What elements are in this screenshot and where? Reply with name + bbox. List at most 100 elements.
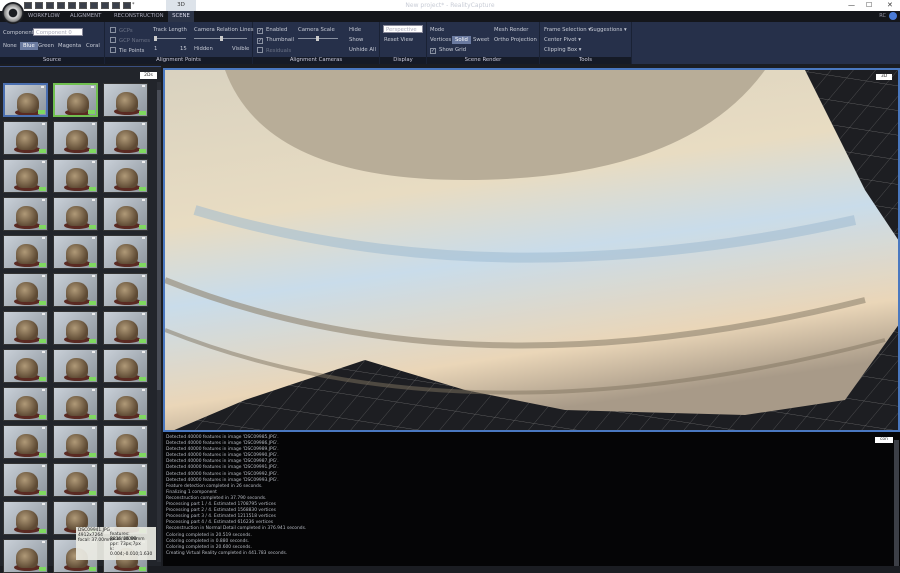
scrollbar-thumb[interactable]: [157, 90, 161, 390]
quick-access-button[interactable]: [46, 2, 54, 9]
image-thumbnail[interactable]: [3, 83, 48, 117]
reset-view-button[interactable]: Reset View: [384, 37, 413, 43]
center-pivot-button[interactable]: Center Pivot ▾: [544, 37, 581, 43]
mode-vertices[interactable]: Vertices: [430, 37, 451, 43]
image-thumbnail[interactable]: [3, 349, 48, 383]
app-logo[interactable]: [2, 2, 24, 24]
group-tools: Frame Selection ▾ Suggestions ▾ Center P…: [540, 22, 632, 64]
enabled-checkbox[interactable]: ✓Enabled: [257, 27, 287, 34]
quick-access-button[interactable]: [123, 2, 131, 9]
feature-badge: [39, 415, 46, 419]
image-thumbnail[interactable]: [103, 349, 148, 383]
console-button[interactable]: con: [875, 437, 893, 443]
mode-solid[interactable]: Solid: [452, 36, 471, 44]
component-select[interactable]: Component 0: [33, 28, 83, 36]
show-button[interactable]: Show: [349, 37, 363, 43]
minimize-button[interactable]: —: [848, 1, 855, 9]
image-thumbnail[interactable]: [3, 501, 48, 535]
quick-access-button[interactable]: [24, 2, 32, 9]
quick-access-button[interactable]: [101, 2, 109, 9]
tab-alignment[interactable]: ALIGNMENT: [70, 11, 104, 22]
unhide-all-button[interactable]: Unhide All: [349, 47, 376, 53]
image-thumbnail[interactable]: [103, 83, 148, 117]
image-thumbnail[interactable]: [53, 121, 98, 155]
image-thumbnail[interactable]: [53, 311, 98, 345]
group-label: Alignment Points: [105, 57, 252, 64]
image-thumbnail[interactable]: [3, 273, 48, 307]
feature-badge: [39, 453, 46, 457]
color-blue[interactable]: Blue: [20, 42, 38, 50]
suggestions-button[interactable]: Suggestions ▾: [590, 27, 627, 33]
image-thumbnail[interactable]: [3, 311, 48, 345]
3d-viewport[interactable]: 3D: [163, 68, 900, 432]
help-icon[interactable]: [889, 12, 897, 20]
image-thumbnail[interactable]: [53, 159, 98, 193]
close-button[interactable]: ✕: [887, 1, 893, 9]
mode-sweet[interactable]: Sweet: [473, 37, 489, 43]
feature-badge: [89, 263, 96, 267]
image-thumbnail[interactable]: [103, 159, 148, 193]
image-thumbnail[interactable]: [53, 197, 98, 231]
image-thumbnail[interactable]: [103, 273, 148, 307]
residuals-checkbox[interactable]: Residuals: [257, 47, 291, 54]
image-thumbnail[interactable]: [53, 273, 98, 307]
quick-access-button[interactable]: [35, 2, 43, 9]
tab-reconstruction[interactable]: RECONSTRUCTION: [114, 11, 164, 22]
track-length-slider[interactable]: [154, 38, 186, 39]
camera-scale-slider[interactable]: [298, 38, 338, 39]
frame-selection-button[interactable]: Frame Selection ▾: [544, 27, 591, 33]
image-thumbnail[interactable]: [3, 539, 48, 573]
image-thumbnail[interactable]: [3, 463, 48, 497]
mesh-render-button[interactable]: Mesh Render: [494, 27, 529, 33]
quick-access-button[interactable]: [57, 2, 65, 9]
image-thumbnail[interactable]: [103, 387, 148, 421]
image-thumbnail[interactable]: [103, 425, 148, 459]
image-thumbnail[interactable]: [103, 121, 148, 155]
gcps-checkbox[interactable]: GCPs: [110, 27, 133, 34]
view-2ds-button[interactable]: 2Ds: [140, 72, 157, 79]
image-thumbnail[interactable]: [3, 425, 48, 459]
image-thumbnail[interactable]: [53, 425, 98, 459]
image-thumbnail[interactable]: [103, 463, 148, 497]
image-thumbnail[interactable]: [53, 463, 98, 497]
image-thumbnail[interactable]: [3, 197, 48, 231]
color-none[interactable]: None: [3, 43, 17, 49]
quick-access-button[interactable]: [79, 2, 87, 9]
color-magenta[interactable]: Magenta: [58, 43, 81, 49]
image-thumbnail[interactable]: [53, 349, 98, 383]
quick-access-button[interactable]: [112, 2, 120, 9]
show-grid-checkbox[interactable]: ✓Show Grid: [430, 47, 466, 54]
tie-points-checkbox[interactable]: Tie Points: [110, 47, 144, 54]
projection-select[interactable]: Perspective: [383, 25, 423, 33]
image-thumbnail[interactable]: [53, 387, 98, 421]
quick-access-button[interactable]: [68, 2, 76, 9]
image-thumbnail[interactable]: [103, 235, 148, 269]
image-thumbnail[interactable]: [3, 121, 48, 155]
clipping-box-button[interactable]: Clipping Box ▾: [544, 47, 581, 53]
image-thumbnail[interactable]: [103, 311, 148, 345]
thumbnail-checkbox[interactable]: ✓Thumbnail: [257, 37, 294, 44]
image-thumbnail[interactable]: [3, 387, 48, 421]
feature-badge: [139, 339, 146, 343]
color-coral[interactable]: Coral: [86, 43, 100, 49]
feature-badge: [39, 263, 46, 267]
maximize-button[interactable]: ☐: [866, 1, 872, 9]
console-scrollbar[interactable]: [894, 440, 899, 566]
image-thumbnail[interactable]: [53, 235, 98, 269]
tab-workflow[interactable]: WORKFLOW: [26, 11, 60, 22]
quick-access-button[interactable]: [90, 2, 98, 9]
camera-relation-slider[interactable]: [194, 38, 247, 39]
group-label: Scene Render: [427, 57, 539, 64]
image-thumbnail[interactable]: [3, 235, 48, 269]
gcp-names-checkbox[interactable]: GCP Names: [110, 37, 150, 44]
view-3d-button[interactable]: 3D: [876, 74, 892, 80]
feature-badge: [88, 110, 95, 114]
image-thumbnail[interactable]: [103, 197, 148, 231]
hide-button[interactable]: Hide: [349, 27, 361, 33]
tab-scene[interactable]: SCENE: [168, 11, 194, 22]
color-green[interactable]: Green: [38, 43, 54, 49]
image-thumbnail[interactable]: [3, 159, 48, 193]
image-thumbnail[interactable]: [53, 83, 98, 117]
group-alignment-points: GCPs GCP Names Tie Points Track Length 1…: [105, 22, 253, 64]
ortho-projection-button[interactable]: Ortho Projection: [494, 37, 537, 43]
